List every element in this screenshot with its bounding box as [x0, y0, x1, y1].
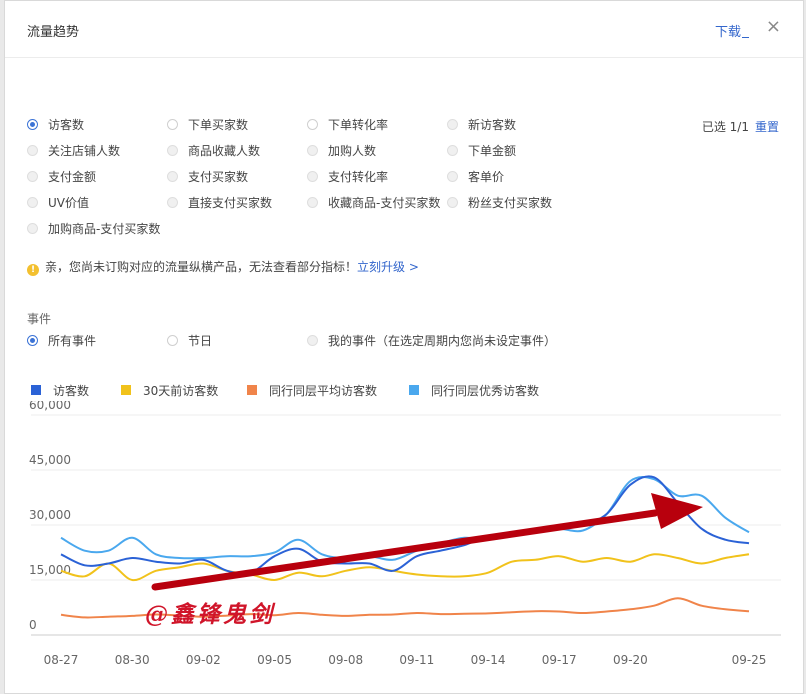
radio-icon	[307, 171, 318, 182]
events-title: 事件	[27, 312, 52, 326]
y-tick-label: 60,000	[29, 401, 71, 412]
legend-label: 30天前访客数	[143, 384, 219, 398]
legend-swatch	[31, 385, 41, 395]
y-tick-label: 15,000	[29, 563, 71, 577]
close-icon[interactable]: ×	[766, 17, 781, 37]
metric-label: UV价值	[48, 196, 89, 210]
x-tick-label: 09-02	[186, 653, 221, 667]
traffic-line-chart: 0 15,000 30,000 45,000 60,000 08-27 08-30 09-02…	[29, 401, 781, 667]
legend-swatch	[247, 385, 257, 395]
legend-swatch	[409, 385, 419, 395]
legend-label: 同行同层平均访客数	[269, 384, 378, 398]
radio-icon	[307, 197, 318, 208]
x-tick-label: 09-25	[732, 653, 767, 667]
radio-icon	[447, 171, 458, 182]
x-tick-label: 09-14	[471, 653, 506, 667]
x-tick-label: 08-27	[44, 653, 79, 667]
metric-label: 直接支付买家数	[188, 196, 273, 210]
radio-icon	[27, 197, 38, 208]
radio-icon	[307, 335, 318, 346]
metric-label: 加购人数	[328, 144, 377, 158]
event-label: 所有事件	[48, 334, 97, 348]
radio-icon	[27, 171, 38, 182]
radio-icon	[307, 119, 318, 130]
series-line	[60, 553, 750, 582]
dialog-header: 流量趋势 下载 ×	[5, 1, 803, 58]
metric-label: 客单价	[468, 170, 505, 184]
radio-icon	[447, 197, 458, 208]
selection-count: 已选 1/1	[701, 120, 749, 134]
metric-label: 收藏商品-支付买家数	[328, 196, 441, 210]
trend-arrow-shaft	[151, 509, 659, 591]
x-tick-label: 09-11	[399, 653, 434, 667]
legend-swatch	[121, 385, 131, 395]
radio-icon	[27, 335, 38, 346]
y-tick-label: 30,000	[29, 508, 71, 522]
metric-label: 加购商品-支付买家数	[48, 222, 161, 236]
dialog-title: 流量趋势	[27, 25, 80, 40]
selection-info: 已选 1/1 重置	[702, 118, 779, 135]
metric-label: 访客数	[48, 118, 85, 132]
x-tick-label: 09-17	[542, 653, 577, 667]
signature-text: @鑫锋鬼剑	[145, 601, 275, 628]
legend-label: 访客数	[53, 384, 90, 398]
metric-label: 下单买家数	[188, 118, 249, 132]
radio-icon	[167, 197, 178, 208]
warning-icon: !	[27, 264, 39, 276]
metric-label: 新访客数	[468, 118, 517, 132]
traffic-trend-dialog: 流量趋势 下载 × 访客数 下单买家数 下单转化率 新访客数 关注店铺人数 商品收藏人数加…	[4, 0, 804, 694]
event-label: 节日	[188, 334, 213, 348]
radio-icon	[27, 145, 38, 156]
y-tick-label: 45,000	[29, 453, 71, 467]
metric-label: 下单转化率	[328, 118, 389, 132]
reset-link[interactable]: 重置	[755, 120, 779, 134]
radio-icon	[167, 145, 178, 156]
radio-icon	[167, 119, 178, 130]
metric-label: 商品收藏人数	[188, 144, 261, 158]
x-tick-label: 09-08	[328, 653, 363, 667]
radio-icon	[447, 145, 458, 156]
metric-label: 下单金额	[468, 144, 517, 158]
legend-label: 同行同层优秀访客数	[431, 384, 540, 398]
radio-icon	[27, 119, 38, 130]
x-tick-label: 09-20	[613, 653, 648, 667]
radio-icon	[167, 171, 178, 182]
metric-label: 支付转化率	[328, 170, 389, 184]
x-tick-label: 09-05	[257, 653, 292, 667]
y-tick-label: 0	[29, 618, 37, 632]
metric-label: 支付金额	[48, 170, 97, 184]
radio-icon	[307, 145, 318, 156]
download-link[interactable]: 下载	[715, 21, 749, 40]
event-label: 我的事件（在选定周期内您尚未设定事件）	[328, 334, 557, 348]
metric-label: 粉丝支付买家数	[468, 196, 553, 210]
notice-bar: ! 亲，您尚未订购对应的流量纵横产品，无法查看部分指标！立刻升级 >	[27, 258, 419, 276]
upgrade-link[interactable]: 立刻升级 >	[357, 260, 419, 274]
notice-text: 亲，您尚未订购对应的流量纵横产品，无法查看部分指标！	[45, 260, 358, 274]
radio-icon	[447, 119, 458, 130]
download-icon	[742, 36, 749, 38]
radio-icon	[167, 335, 178, 346]
radio-icon	[27, 223, 38, 234]
metric-label: 支付买家数	[188, 170, 249, 184]
x-tick-label: 08-30	[115, 653, 150, 667]
metric-label: 关注店铺人数	[48, 144, 121, 158]
